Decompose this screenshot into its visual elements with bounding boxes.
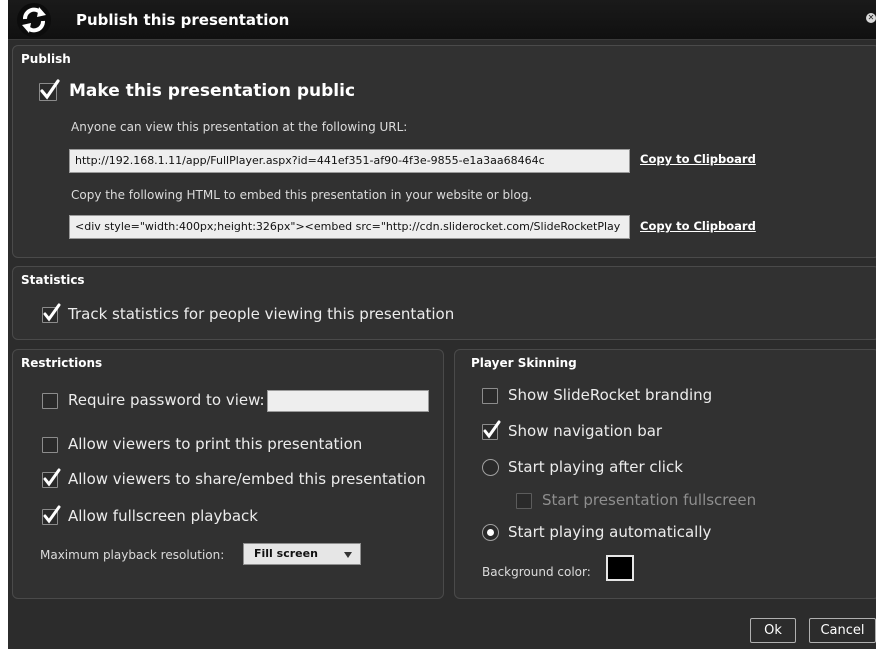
allow-fullscreen-label: Allow fullscreen playback <box>68 507 258 525</box>
publish-section-title: Publish <box>21 52 71 66</box>
embed-code-field[interactable]: <div style="width:400px;height:326px"><e… <box>69 215 630 239</box>
title-bar[interactable]: Publish this presentation ✕ <box>8 0 876 40</box>
start-after-click-radio[interactable] <box>482 459 499 476</box>
checkmark-icon <box>483 420 501 439</box>
show-navbar-checkbox[interactable] <box>482 420 501 440</box>
copy-embed-link[interactable]: Copy to Clipboard <box>640 219 756 233</box>
background-color-swatch[interactable] <box>606 555 634 581</box>
start-automatically-radio[interactable] <box>482 524 499 541</box>
copy-url-link[interactable]: Copy to Clipboard <box>640 152 756 166</box>
player-skinning-panel: Player Skinning Show SlideRocket brandin… <box>454 349 876 599</box>
max-resolution-dropdown[interactable]: Fill screen <box>243 543 361 565</box>
statistics-panel: Statistics Track statistics for people v… <box>12 266 876 340</box>
start-after-click-label: Start playing after click <box>508 458 683 476</box>
allow-print-checkbox[interactable] <box>42 437 58 453</box>
statistics-section-title: Statistics <box>21 273 85 287</box>
checkmark-icon <box>43 303 61 322</box>
embed-caption: Copy the following HTML to embed this pr… <box>71 188 533 202</box>
allow-print-label: Allow viewers to print this presentation <box>68 435 363 453</box>
public-url-field[interactable]: http://192.168.1.11/app/FullPlayer.aspx?… <box>69 149 630 173</box>
track-statistics-label: Track statistics for people viewing this… <box>68 305 455 323</box>
allow-share-label: Allow viewers to share/embed this presen… <box>68 470 426 488</box>
require-password-checkbox[interactable] <box>42 393 58 409</box>
skinning-section-title: Player Skinning <box>471 356 577 370</box>
max-resolution-value: Fill screen <box>254 547 318 560</box>
checkmark-icon <box>40 79 60 100</box>
checkmark-icon <box>43 468 61 487</box>
password-input[interactable] <box>267 390 429 412</box>
allow-share-checkbox[interactable] <box>42 468 61 488</box>
max-resolution-label: Maximum playback resolution: <box>40 548 225 562</box>
ok-button[interactable]: Ok <box>750 618 796 643</box>
radio-selected-dot <box>487 529 494 536</box>
background-color-label: Background color: <box>482 565 591 579</box>
url-caption: Anyone can view this presentation at the… <box>71 120 408 134</box>
make-public-checkbox[interactable] <box>39 79 60 101</box>
show-branding-checkbox[interactable] <box>482 388 498 404</box>
close-icon[interactable]: ✕ <box>866 13 876 23</box>
start-fullscreen-label: Start presentation fullscreen <box>542 491 757 509</box>
sync-arrows-icon <box>17 3 51 37</box>
checkmark-icon <box>43 505 61 524</box>
restrictions-section-title: Restrictions <box>21 356 103 370</box>
start-fullscreen-checkbox[interactable] <box>516 493 532 509</box>
make-public-label: Make this presentation public <box>69 81 356 101</box>
restrictions-panel: Restrictions Require password to view: A… <box>12 349 444 599</box>
show-branding-label: Show SlideRocket branding <box>508 386 713 404</box>
publish-dialog: Publish this presentation ✕ Publish Make… <box>8 0 876 649</box>
dialog-title: Publish this presentation <box>76 11 290 29</box>
track-statistics-checkbox[interactable] <box>42 303 61 323</box>
allow-fullscreen-checkbox[interactable] <box>42 505 61 525</box>
require-password-label: Require password to view: <box>68 391 265 409</box>
publish-panel: Publish Make this presentation public An… <box>12 45 876 258</box>
chevron-down-icon <box>344 552 352 558</box>
show-navbar-label: Show navigation bar <box>508 422 663 440</box>
cancel-button[interactable]: Cancel <box>809 618 876 643</box>
start-automatically-label: Start playing automatically <box>508 523 712 541</box>
